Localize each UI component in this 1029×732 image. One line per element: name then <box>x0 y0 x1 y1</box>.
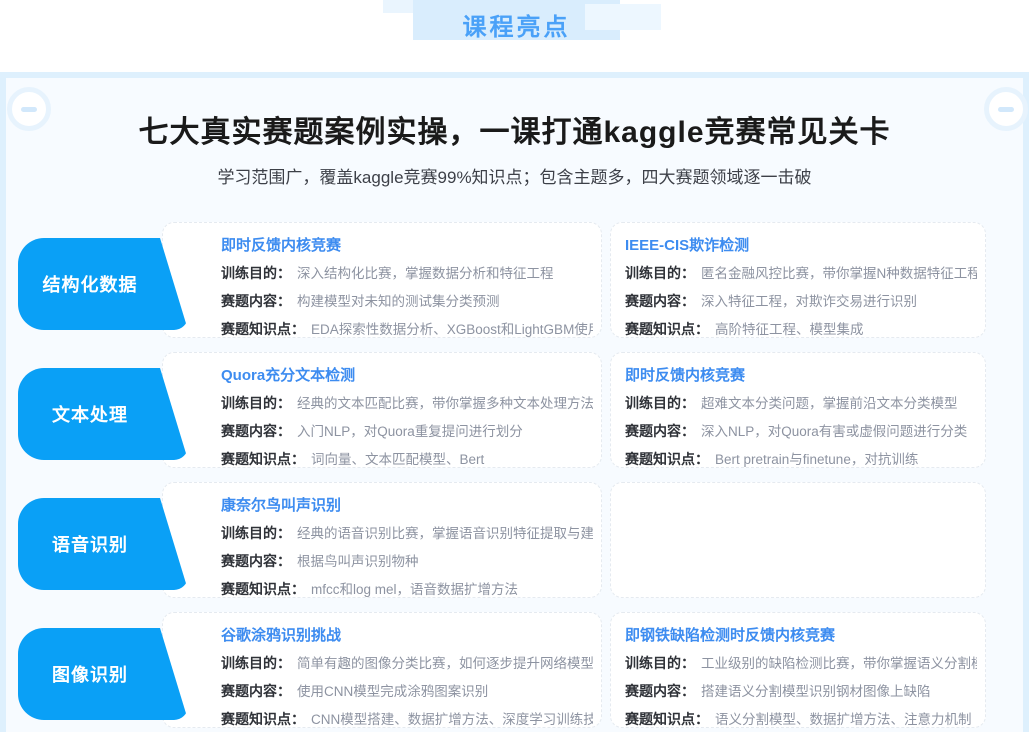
field-row: 赛题知识点： 高阶特征工程、模型集成 <box>625 318 977 339</box>
section-text-processing: 文本处理 Quora充分文本检测 训练目的： 经典的文本匹配比赛，带你掌握多种文本… <box>0 352 1029 468</box>
category-badge-speech-recognition: 语音识别 <box>18 498 188 590</box>
field-value: 深入特征工程，对欺诈交易进行识别 <box>701 294 917 309</box>
category-badge-image-recognition: 图像识别 <box>18 628 188 720</box>
field-label: 赛题内容： <box>221 423 291 439</box>
field-value: mfcc和log mel，语音数据扩增方法 <box>311 582 518 597</box>
field-row: 赛题内容： 根据鸟叫声识别物种 <box>221 550 593 571</box>
field-row: 训练目的： 简单有趣的图像分类比赛，如何逐步提升网络模型精度 <box>221 652 593 673</box>
field-label: 训练目的： <box>625 395 695 411</box>
field-row: 训练目的： 经典的文本匹配比赛，带你掌握多种文本处理方法 <box>221 392 593 413</box>
field-row: 赛题内容： 使用CNN模型完成涂鸦图案识别 <box>221 680 593 701</box>
field-value: 深入结构化比赛，掌握数据分析和特征工程 <box>297 266 554 281</box>
course-title: 即时反馈内核竞赛 <box>625 364 977 385</box>
course-highlights-page: 课程亮点 七大真实赛题案例实操，一课打通kaggle竞赛常见关卡 学习范围广，覆… <box>0 0 1029 732</box>
field-row: 赛题知识点： 词向量、文本匹配模型、Bert <box>221 448 593 469</box>
field-label: 赛题内容： <box>625 293 695 309</box>
field-row: 赛题知识点： mfcc和log mel，语音数据扩增方法 <box>221 578 593 599</box>
course-title: 康奈尔鸟叫声识别 <box>221 494 593 515</box>
field-value: 经典的语音识别比赛，掌握语音识别特征提取与建模 <box>297 526 593 541</box>
field-label: 赛题内容： <box>625 683 695 699</box>
course-title: Quora充分文本检测 <box>221 364 593 385</box>
section-speech-recognition: 语音识别 康奈尔鸟叫声识别 训练目的： 经典的语音识别比赛，掌握语音识别特征提取与… <box>0 482 1029 598</box>
field-value: 构建模型对未知的测试集分类预测 <box>297 294 500 309</box>
field-row: 训练目的： 超难文本分类问题，掌握前沿文本分类模型 <box>625 392 977 413</box>
course-card-empty <box>610 482 986 598</box>
field-label: 训练目的： <box>221 655 291 671</box>
field-value: 简单有趣的图像分类比赛，如何逐步提升网络模型精度 <box>297 656 593 671</box>
field-label: 赛题内容： <box>221 293 291 309</box>
course-card: 谷歌涂鸦识别挑战 训练目的： 简单有趣的图像分类比赛，如何逐步提升网络模型精度 赛… <box>162 612 602 728</box>
field-value: CNN模型搭建、数据扩增方法、深度学习训练技巧 <box>311 712 593 727</box>
field-row: 赛题内容： 入门NLP，对Quora重复提问进行划分 <box>221 420 593 441</box>
field-row: 赛题内容： 深入NLP，对Quora有害或虚假问题进行分类 <box>625 420 977 441</box>
field-row: 赛题知识点： CNN模型搭建、数据扩增方法、深度学习训练技巧 <box>221 708 593 729</box>
page-title: 七大真实赛题案例实操，一课打通kaggle竞赛常见关卡 <box>0 107 1029 151</box>
field-value: 语义分割模型、数据扩增方法、注意力机制 <box>715 712 972 727</box>
field-row: 赛题内容： 搭建语义分割模型识别钢材图像上缺陷 <box>625 680 977 701</box>
course-title: 即钢铁缺陷检测时反馈内核竞赛 <box>625 624 977 645</box>
field-label: 赛题知识点： <box>221 321 305 337</box>
category-badge-structured-data: 结构化数据 <box>18 238 188 330</box>
field-value: 使用CNN模型完成涂鸦图案识别 <box>297 684 488 699</box>
field-value: 经典的文本匹配比赛，带你掌握多种文本处理方法 <box>297 396 593 411</box>
field-label: 赛题内容： <box>221 553 291 569</box>
course-title: IEEE-CIS欺诈检测 <box>625 234 977 255</box>
section-image-recognition: 图像识别 谷歌涂鸦识别挑战 训练目的： 简单有趣的图像分类比赛，如何逐步提升网络模… <box>0 612 1029 728</box>
course-card: 即时反馈内核竞赛 训练目的： 超难文本分类问题，掌握前沿文本分类模型 赛题内容： 深… <box>610 352 986 468</box>
field-label: 赛题知识点： <box>221 451 305 467</box>
field-row: 训练目的： 经典的语音识别比赛，掌握语音识别特征提取与建模 <box>221 522 593 543</box>
course-card: IEEE-CIS欺诈检测 训练目的： 匿名金融风控比赛，带你掌握N种数据特征工程方… <box>610 222 986 338</box>
field-label: 训练目的： <box>625 265 695 281</box>
field-value: 工业级别的缺陷检测比赛，带你掌握语义分割模型 <box>701 656 977 671</box>
field-label: 训练目的： <box>221 525 291 541</box>
course-card: Quora充分文本检测 训练目的：经典的文本匹配比赛，带你掌握多种文本处理方法 … <box>162 352 602 468</box>
course-card: 康奈尔鸟叫声识别 训练目的： 经典的语音识别比赛，掌握语音识别特征提取与建模 赛题… <box>162 482 602 598</box>
field-value: 搭建语义分割模型识别钢材图像上缺陷 <box>701 684 931 699</box>
field-value: 匿名金融风控比赛，带你掌握N种数据特征工程方法 <box>701 266 977 281</box>
field-label: 赛题知识点： <box>625 711 709 727</box>
field-value: 高阶特征工程、模型集成 <box>715 322 864 337</box>
field-row: 赛题知识点： Bert pretrain与finetune，对抗训练 <box>625 448 977 469</box>
category-badge-text-processing: 文本处理 <box>18 368 188 460</box>
field-label: 训练目的： <box>221 265 291 281</box>
section-header-title: 课程亮点 <box>413 7 620 42</box>
field-label: 赛题内容： <box>625 423 695 439</box>
field-row: 赛题知识点： EDA探索性数据分析、XGBoost和LightGBM使用 <box>221 318 593 339</box>
field-label: 赛题内容： <box>221 683 291 699</box>
field-label: 赛题知识点： <box>221 581 305 597</box>
field-row: 训练目的： 匿名金融风控比赛，带你掌握N种数据特征工程方法 <box>625 262 977 283</box>
field-row: 赛题内容： 深入特征工程，对欺诈交易进行识别 <box>625 290 977 311</box>
field-value: 深入NLP，对Quora有害或虚假问题进行分类 <box>701 424 967 439</box>
section-structured-data: 结构化数据 即时反馈内核竞赛 训练目的： 深入结构化比赛，掌握数据分析和特征工程 … <box>0 222 1029 338</box>
field-label: 赛题知识点： <box>221 711 305 727</box>
course-card: 即时反馈内核竞赛 训练目的： 深入结构化比赛，掌握数据分析和特征工程 赛题内容： 构… <box>162 222 602 338</box>
field-row: 训练目的： 深入结构化比赛，掌握数据分析和特征工程 <box>221 262 593 283</box>
course-title: 即时反馈内核竞赛 <box>221 234 593 255</box>
page-subtitle: 学习范围广，覆盖kaggle竞赛99%知识点；包含主题多，四大赛题领域逐一击破 <box>0 163 1029 188</box>
course-card: 即钢铁缺陷检测时反馈内核竞赛 训练目的： 工业级别的缺陷检测比赛，带你掌握语义分割… <box>610 612 986 728</box>
field-row: 赛题知识点： 语义分割模型、数据扩增方法、注意力机制 <box>625 708 977 729</box>
field-value: Bert pretrain与finetune，对抗训练 <box>715 452 918 467</box>
field-value: 超难文本分类问题，掌握前沿文本分类模型 <box>701 396 958 411</box>
field-value: EDA探索性数据分析、XGBoost和LightGBM使用 <box>311 322 593 337</box>
field-value: 根据鸟叫声识别物种 <box>297 554 419 569</box>
field-label: 训练目的： <box>221 395 291 411</box>
field-value: 词向量、文本匹配模型、Bert <box>311 452 484 467</box>
field-row: 训练目的： 工业级别的缺陷检测比赛，带你掌握语义分割模型 <box>625 652 977 673</box>
field-row: 赛题内容： 构建模型对未知的测试集分类预测 <box>221 290 593 311</box>
course-title: 谷歌涂鸦识别挑战 <box>221 624 593 645</box>
field-label: 训练目的： <box>625 655 695 671</box>
field-label: 赛题知识点： <box>625 321 709 337</box>
field-label: 赛题知识点： <box>625 451 709 467</box>
field-value: 入门NLP，对Quora重复提问进行划分 <box>297 424 523 439</box>
